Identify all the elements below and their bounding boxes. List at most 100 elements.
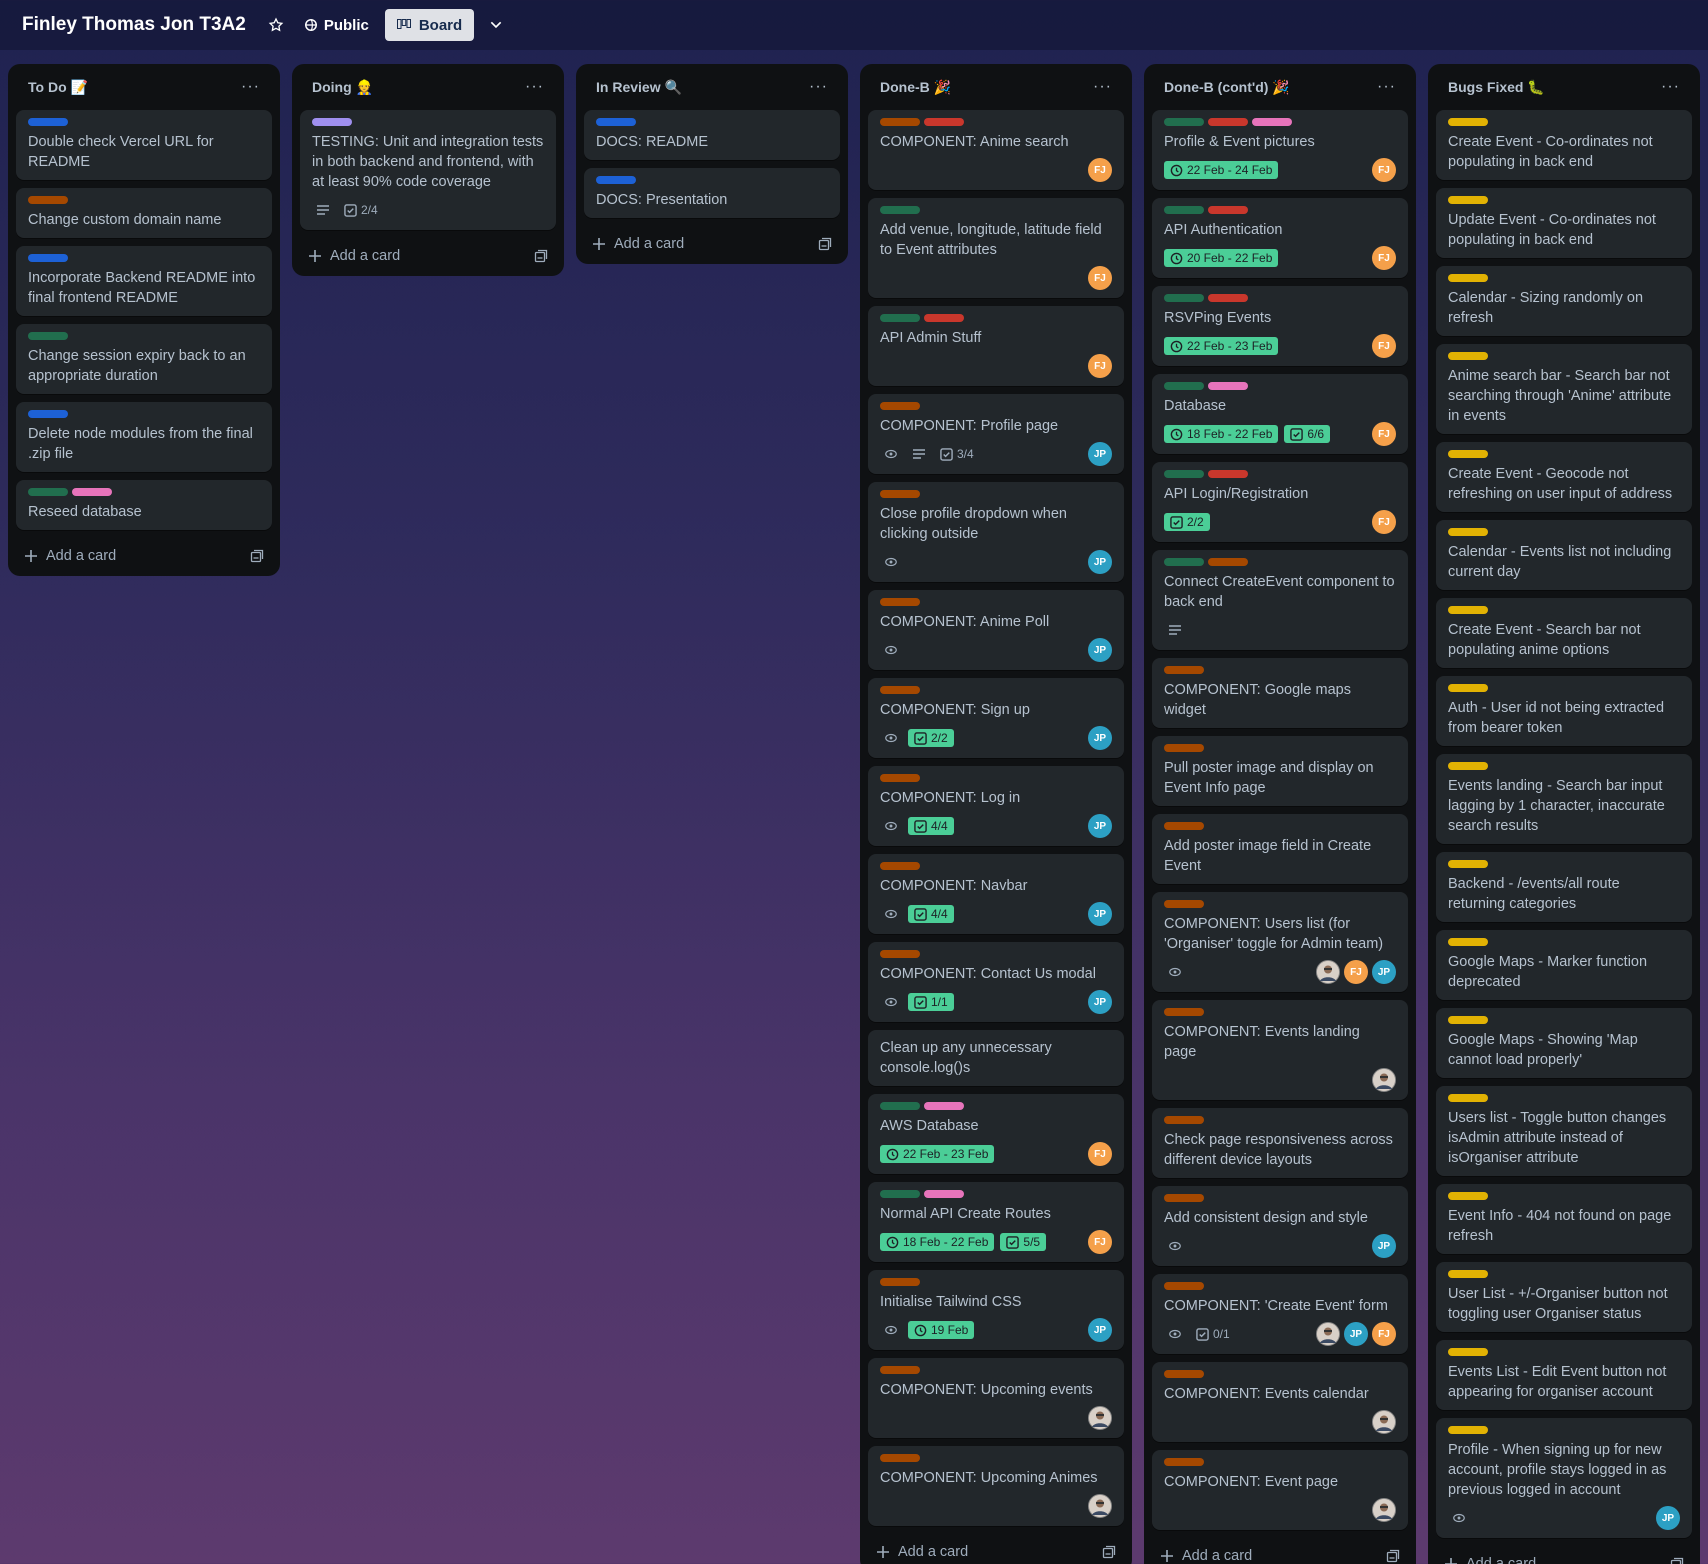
label-orange[interactable]: [1164, 1458, 1204, 1466]
card[interactable]: COMPONENT: 'Create Event' form 0/1 JP FJ: [1152, 1274, 1408, 1354]
label-green[interactable]: [1164, 206, 1204, 214]
card[interactable]: DOCS: README: [584, 110, 840, 160]
card[interactable]: Events landing - Search bar input laggin…: [1436, 754, 1692, 844]
label-orange[interactable]: [880, 402, 920, 410]
label-yellow[interactable]: [1448, 684, 1488, 692]
more-icon[interactable]: ···: [1377, 78, 1396, 96]
label-orange[interactable]: [1164, 822, 1204, 830]
label-pink[interactable]: [1252, 118, 1292, 126]
card[interactable]: API Authentication 20 Feb - 22 Feb FJ: [1152, 198, 1408, 278]
card[interactable]: TESTING: Unit and integration tests in b…: [300, 110, 556, 230]
member-avatar-jp[interactable]: JP: [1088, 442, 1112, 466]
member-photo-avatar[interactable]: [1372, 1498, 1396, 1522]
card[interactable]: Change custom domain name: [16, 188, 272, 238]
more-icon[interactable]: ···: [809, 78, 828, 96]
due-date-badge[interactable]: 20 Feb - 22 Feb: [1164, 249, 1279, 267]
card[interactable]: Create Event - Co-ordinates not populati…: [1436, 110, 1692, 180]
label-orange[interactable]: [880, 598, 920, 606]
member-avatar-fj[interactable]: FJ: [1088, 266, 1112, 290]
card[interactable]: Clean up any unnecessary console.log()s: [868, 1030, 1124, 1086]
member-avatar-jp[interactable]: JP: [1088, 638, 1112, 662]
label-orange[interactable]: [880, 950, 920, 958]
member-avatar-fj[interactable]: FJ: [1088, 158, 1112, 182]
card[interactable]: Auth - User id not being extracted from …: [1436, 676, 1692, 746]
member-photo-avatar[interactable]: [1088, 1406, 1112, 1430]
card[interactable]: Events List - Edit Event button not appe…: [1436, 1340, 1692, 1410]
label-orange[interactable]: [880, 862, 920, 870]
card[interactable]: Connect CreateEvent component to back en…: [1152, 550, 1408, 650]
label-orange[interactable]: [1164, 900, 1204, 908]
card[interactable]: RSVPing Events 22 Feb - 23 Feb FJ: [1152, 286, 1408, 366]
card[interactable]: Add consistent design and style JP: [1152, 1186, 1408, 1266]
more-icon[interactable]: ···: [525, 78, 544, 96]
board-view-button[interactable]: Board: [384, 9, 475, 41]
label-red[interactable]: [924, 118, 964, 126]
label-orange[interactable]: [1164, 1008, 1204, 1016]
label-green[interactable]: [1164, 558, 1204, 566]
card[interactable]: Incorporate Backend README into final fr…: [16, 246, 272, 316]
due-date-badge[interactable]: 19 Feb: [908, 1321, 975, 1339]
member-avatar-fj[interactable]: FJ: [1088, 354, 1112, 378]
card[interactable]: COMPONENT: Events calendar: [1152, 1362, 1408, 1442]
label-red[interactable]: [924, 314, 964, 322]
card[interactable]: COMPONENT: Log in 4/4 JP: [868, 766, 1124, 846]
card[interactable]: Anime search bar - Search bar not search…: [1436, 344, 1692, 434]
card[interactable]: API Admin Stuff FJ: [868, 306, 1124, 386]
label-orange[interactable]: [1164, 744, 1204, 752]
label-orange[interactable]: [880, 686, 920, 694]
card[interactable]: Calendar - Sizing randomly on refresh: [1436, 266, 1692, 336]
add-card-button[interactable]: Add a card: [1444, 1556, 1536, 1564]
label-orange[interactable]: [880, 1278, 920, 1286]
list-title[interactable]: In Review 🔍: [596, 79, 682, 96]
card[interactable]: DOCS: Presentation: [584, 168, 840, 218]
card[interactable]: Add poster image field in Create Event: [1152, 814, 1408, 884]
member-avatar-jp[interactable]: JP: [1656, 1506, 1680, 1530]
label-orange[interactable]: [880, 1366, 920, 1374]
card[interactable]: COMPONENT: Upcoming Animes: [868, 1446, 1124, 1526]
due-date-badge[interactable]: 18 Feb - 22 Feb: [880, 1233, 995, 1251]
card[interactable]: Create Event - Geocode not refreshing on…: [1436, 442, 1692, 512]
due-date-badge[interactable]: 18 Feb - 22 Feb: [1164, 425, 1279, 443]
member-avatar-jp[interactable]: JP: [1344, 1322, 1368, 1346]
label-orange[interactable]: [1164, 1116, 1204, 1124]
card[interactable]: Change session expiry back to an appropr…: [16, 324, 272, 394]
label-pink[interactable]: [72, 488, 112, 496]
create-from-template-icon[interactable]: [250, 549, 264, 563]
list-title[interactable]: Bugs Fixed 🐛: [1448, 79, 1545, 96]
card[interactable]: COMPONENT: Anime Poll JP: [868, 590, 1124, 670]
card[interactable]: API Login/Registration 2/2 FJ: [1152, 462, 1408, 542]
card[interactable]: Create Event - Search bar not populating…: [1436, 598, 1692, 668]
label-yellow[interactable]: [1448, 1270, 1488, 1278]
card[interactable]: Google Maps - Marker function deprecated: [1436, 930, 1692, 1000]
member-avatar-fj[interactable]: FJ: [1088, 1230, 1112, 1254]
due-date-badge[interactable]: 22 Feb - 23 Feb: [880, 1145, 995, 1163]
member-avatar-fj[interactable]: FJ: [1372, 158, 1396, 182]
member-photo-avatar[interactable]: [1372, 1410, 1396, 1434]
label-green[interactable]: [880, 1102, 920, 1110]
board-title[interactable]: Finley Thomas Jon T3A2: [22, 14, 246, 36]
label-blue[interactable]: [28, 410, 68, 418]
create-from-template-icon[interactable]: [818, 237, 832, 251]
member-avatar-jp[interactable]: JP: [1088, 1318, 1112, 1342]
card[interactable]: Backend - /events/all route returning ca…: [1436, 852, 1692, 922]
add-card-button[interactable]: Add a card: [308, 248, 400, 264]
label-red[interactable]: [1208, 470, 1248, 478]
add-card-button[interactable]: Add a card: [592, 236, 684, 252]
create-from-template-icon[interactable]: [1386, 1549, 1400, 1563]
visibility-button[interactable]: Public: [304, 17, 369, 34]
card[interactable]: Profile & Event pictures 22 Feb - 24 Feb F…: [1152, 110, 1408, 190]
label-yellow[interactable]: [1448, 1192, 1488, 1200]
card[interactable]: COMPONENT: Sign up 2/2 JP: [868, 678, 1124, 758]
label-orange[interactable]: [880, 1454, 920, 1462]
list-title[interactable]: Done-B (cont'd) 🎉: [1164, 79, 1290, 96]
card[interactable]: Profile - When signing up for new accoun…: [1436, 1418, 1692, 1538]
card[interactable]: Normal API Create Routes 18 Feb - 22 Feb 5…: [868, 1182, 1124, 1262]
card[interactable]: COMPONENT: Profile page 3/4 JP: [868, 394, 1124, 474]
label-green[interactable]: [880, 314, 920, 322]
due-date-badge[interactable]: 22 Feb - 24 Feb: [1164, 161, 1279, 179]
member-avatar-jp[interactable]: JP: [1088, 902, 1112, 926]
member-photo-avatar[interactable]: [1088, 1494, 1112, 1518]
card[interactable]: Database 18 Feb - 22 Feb 6/6 FJ: [1152, 374, 1408, 454]
card[interactable]: Initialise Tailwind CSS 19 Feb JP: [868, 1270, 1124, 1350]
create-from-template-icon[interactable]: [534, 249, 548, 263]
